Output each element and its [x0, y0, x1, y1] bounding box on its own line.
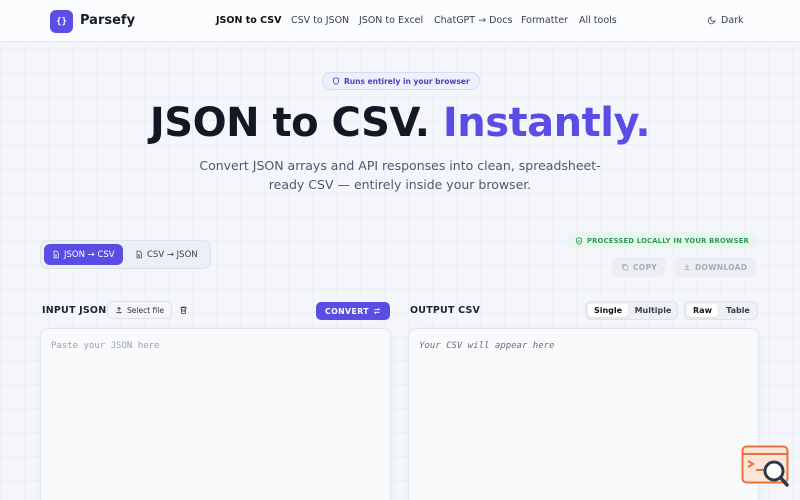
- brand-logo-icon[interactable]: {}: [50, 10, 73, 33]
- copy-button[interactable]: COPY: [612, 257, 667, 277]
- browser-only-badge: Runs entirely in your browser: [322, 72, 480, 90]
- file-icon: [136, 250, 142, 259]
- row-mode-toggle: Single Multiple: [585, 301, 678, 320]
- title-main: JSON to CSV.: [149, 100, 430, 146]
- select-file-button[interactable]: Select file: [107, 301, 172, 319]
- row-mode-single[interactable]: Single: [588, 304, 628, 317]
- swap-icon: [373, 308, 381, 314]
- upload-icon: [116, 306, 122, 314]
- nav-chatgpt-to-docs[interactable]: ChatGPT → Docs: [434, 15, 512, 26]
- dark-mode-label: Dark: [721, 15, 744, 26]
- nav-json-to-csv[interactable]: JSON to CSV: [216, 15, 281, 26]
- brand-name[interactable]: Parsefy: [80, 13, 135, 28]
- trash-icon: [180, 306, 187, 314]
- select-file-label: Select file: [127, 305, 164, 315]
- processed-locally-badge: PROCESSED LOCALLY IN YOUR BROWSER: [566, 232, 758, 249]
- mode-json-to-csv[interactable]: JSON → CSV: [44, 244, 123, 265]
- copy-icon: [621, 263, 629, 271]
- dark-mode-toggle[interactable]: Dark: [707, 15, 744, 26]
- download-label: DOWNLOAD: [695, 262, 748, 272]
- nav-json-to-excel[interactable]: JSON to Excel: [359, 15, 423, 26]
- input-json-panel: [40, 328, 391, 500]
- mode-csv-to-json[interactable]: CSV → JSON: [127, 244, 206, 265]
- page-subtitle: Convert JSON arrays and API responses in…: [199, 158, 601, 192]
- nav-formatter[interactable]: Formatter: [521, 15, 568, 26]
- shield-icon: [332, 77, 340, 85]
- nav-csv-to-json[interactable]: CSV to JSON: [291, 15, 349, 26]
- moon-icon: [707, 16, 716, 25]
- view-mode-table[interactable]: Table: [720, 304, 756, 317]
- download-icon: [684, 264, 690, 271]
- row-mode-multiple[interactable]: Multiple: [630, 304, 676, 317]
- view-mode-toggle: Raw Table: [684, 301, 758, 320]
- clear-input-button[interactable]: [177, 303, 190, 317]
- search-window-icon[interactable]: [741, 445, 791, 489]
- convert-label: CONVERT: [324, 306, 369, 316]
- output-csv-label: OUTPUT CSV: [410, 305, 481, 316]
- mode-csv-to-json-label: CSV → JSON: [147, 249, 198, 260]
- title-accent: Instantly.: [442, 100, 651, 146]
- view-mode-raw[interactable]: Raw: [687, 304, 718, 317]
- processed-text: PROCESSED LOCALLY IN YOUR BROWSER: [587, 236, 749, 245]
- convert-button[interactable]: CONVERT: [316, 302, 390, 320]
- input-json-label: INPUT JSON: [42, 305, 107, 316]
- file-icon: [53, 250, 59, 259]
- output-placeholder: Your CSV will appear here: [419, 341, 555, 351]
- shield-check-icon: [575, 236, 583, 245]
- json-input[interactable]: [41, 329, 390, 500]
- conversion-mode-toggle: JSON → CSV CSV → JSON: [40, 240, 211, 269]
- mode-json-to-csv-label: JSON → CSV: [64, 249, 115, 260]
- page-title: JSON to CSV. Instantly.: [0, 100, 800, 146]
- output-csv-panel[interactable]: Your CSV will appear here: [408, 328, 759, 500]
- badge-text: Runs entirely in your browser: [344, 76, 470, 86]
- download-button[interactable]: DOWNLOAD: [674, 257, 757, 277]
- nav-all-tools[interactable]: All tools: [579, 15, 617, 26]
- copy-label: COPY: [633, 262, 658, 272]
